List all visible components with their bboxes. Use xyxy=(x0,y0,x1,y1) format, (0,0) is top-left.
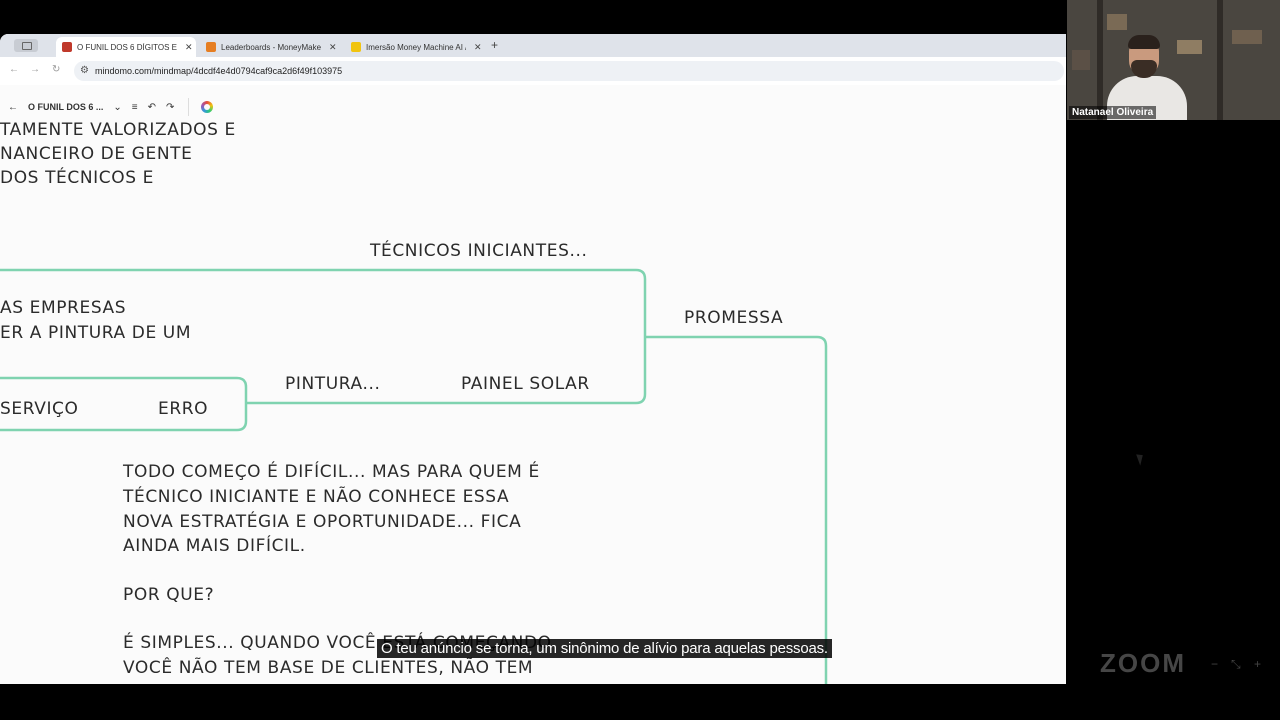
mouse-cursor-icon xyxy=(1136,452,1146,466)
book xyxy=(1072,50,1090,70)
note-line[interactable]: TÉCNICO INICIANTE E NÃO CONHECE ESSA xyxy=(123,487,509,507)
chevron-down-icon[interactable]: ⌄ xyxy=(113,102,121,113)
tab-mindmap[interactable]: O FUNIL DOS 6 DÍGITOS E C ✕ xyxy=(56,37,196,57)
participant-video[interactable]: Natanael Oliveira xyxy=(1067,0,1280,120)
sidebar-toggle-icon[interactable] xyxy=(14,39,38,52)
mindmap-node-text[interactable]: ER A PINTURA DE UM xyxy=(0,323,191,343)
reload-icon[interactable]: ↻ xyxy=(52,64,60,75)
tab-imersao[interactable]: Imersão Money Machine AI / ✕ xyxy=(345,37,485,57)
tab-bar: O FUNIL DOS 6 DÍGITOS E C ✕ Leaderboards… xyxy=(0,34,1066,57)
new-tab-button[interactable]: + xyxy=(491,38,498,52)
close-tab-icon[interactable]: ✕ xyxy=(474,42,482,53)
note-line[interactable]: NOVA ESTRATÉGIA E OPORTUNIDADE... FICA xyxy=(123,512,521,532)
address-bar: ← → ↻ ⚙ mindomo.com/mindmap/4dcdf4e4d079… xyxy=(0,57,1066,86)
bookshelf xyxy=(1097,0,1103,120)
tab-title: Imersão Money Machine AI / xyxy=(366,42,466,52)
map-title[interactable]: O FUNIL DOS 6 ... xyxy=(28,102,103,112)
close-tab-icon[interactable]: ✕ xyxy=(329,42,337,53)
url-text: mindomo.com/mindmap/4dcdf4e4d0794caf9ca2… xyxy=(95,66,343,76)
tab-leaderboards[interactable]: Leaderboards - MoneyMaker ✕ xyxy=(200,37,340,57)
mindmap-toolbar: ← O FUNIL DOS 6 ... ⌄ ≡ ↶ ↷ xyxy=(8,95,214,119)
note-line[interactable]: TODO COMEÇO É DIFÍCIL... MAS PARA QUEM É xyxy=(123,462,540,482)
site-info-icon[interactable]: ⚙ xyxy=(80,65,89,76)
toolbar-divider xyxy=(188,98,190,116)
menu-icon[interactable]: ≡ xyxy=(132,102,138,113)
book xyxy=(1232,30,1262,44)
node-pintura[interactable]: PINTURA... xyxy=(285,374,380,394)
mindmap-node-text[interactable]: NANCEIRO DE GENTE xyxy=(0,144,192,164)
fullscreen-icon[interactable]: ⤡ xyxy=(1231,657,1241,672)
node-servico[interactable]: SERVIÇO xyxy=(0,399,79,419)
book xyxy=(1107,14,1127,30)
connector-promessa xyxy=(645,335,828,684)
book xyxy=(1177,40,1202,54)
redo-icon[interactable]: ↷ xyxy=(166,102,174,113)
participant-name: Natanael Oliveira xyxy=(1069,106,1157,119)
moneymaker-favicon-icon xyxy=(206,42,216,52)
mindmap-canvas[interactable]: TAMENTE VALORIZADOS E NANCEIRO DE GENTE … xyxy=(0,85,1066,684)
zoom-in-icon[interactable]: + xyxy=(1254,657,1261,671)
node-erro[interactable]: ERRO xyxy=(158,399,208,419)
close-tab-icon[interactable]: ✕ xyxy=(185,42,193,53)
bookshelf xyxy=(1217,0,1223,120)
imersao-favicon-icon xyxy=(351,42,361,52)
tab-title: O FUNIL DOS 6 DÍGITOS E C xyxy=(77,42,177,52)
note-line[interactable]: POR QUE? xyxy=(123,585,214,605)
back-icon[interactable]: ← xyxy=(9,64,19,75)
browser-window: O FUNIL DOS 6 DÍGITOS E C ✕ Leaderboards… xyxy=(0,34,1066,684)
node-tecnicos-iniciantes[interactable]: TÉCNICOS INICIANTES... xyxy=(370,241,587,261)
live-caption: O teu anúncio se torna, um sinônimo de a… xyxy=(377,639,832,658)
mindomo-favicon-icon xyxy=(62,42,72,52)
minimize-icon[interactable]: − xyxy=(1211,657,1218,671)
tab-title: Leaderboards - MoneyMaker xyxy=(221,42,321,52)
node-promessa[interactable]: PROMESSA xyxy=(684,308,783,328)
note-line[interactable]: AINDA MAIS DIFÍCIL. xyxy=(123,536,306,556)
node-painel-solar[interactable]: PAINEL SOLAR xyxy=(461,374,590,394)
mindmap-node-text[interactable]: TAMENTE VALORIZADOS E xyxy=(0,120,236,140)
mindmap-node-text[interactable]: DOS TÉCNICOS E xyxy=(0,168,154,188)
undo-icon[interactable]: ↶ xyxy=(148,102,156,113)
forward-icon[interactable]: → xyxy=(30,64,40,75)
color-palette-icon[interactable] xyxy=(201,101,214,113)
person-hair xyxy=(1128,35,1160,49)
url-field[interactable]: ⚙ mindomo.com/mindmap/4dcdf4e4d0794caf9c… xyxy=(74,61,1064,81)
mindmap-node-text[interactable]: AS EMPRESAS xyxy=(0,298,126,318)
note-line[interactable]: VOCÊ NÃO TEM BASE DE CLIENTES, NÃO TEM xyxy=(123,658,533,678)
zoom-watermark: ZOOM xyxy=(1100,648,1186,678)
back-icon[interactable]: ← xyxy=(8,102,18,113)
